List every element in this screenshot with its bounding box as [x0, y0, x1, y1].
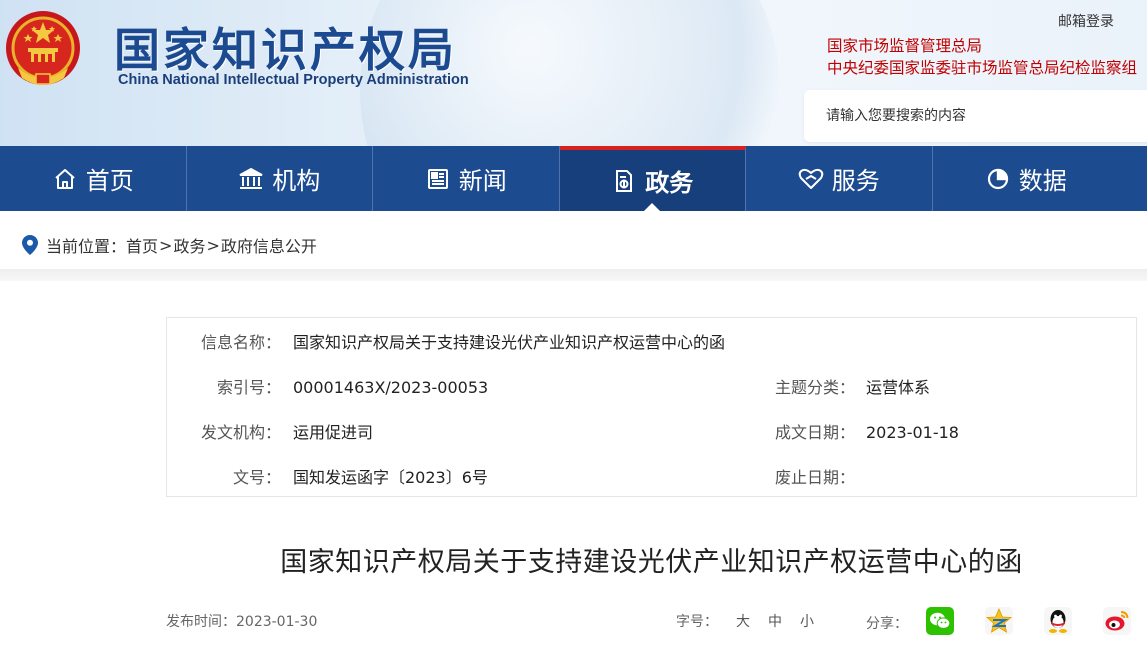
info-name-value: 国家知识产权局关于支持建设光伏产业知识产权运营中心的函: [293, 333, 726, 352]
info-row-name: 信息名称： 国家知识产权局关于支持建设光伏产业知识产权运营中心的函: [167, 320, 1136, 365]
site-title: 国家知识产权局: [114, 23, 457, 77]
info-index-value: 00001463X/2023-00053: [293, 378, 489, 397]
breadcrumb: 当前位置： 首页 > 政务 > 政府信息公开: [0, 221, 1147, 269]
top-links: 国家市场监督管理总局 中央纪委国家监委驻市场监管总局纪检监察组: [827, 35, 1147, 79]
search-box: [804, 90, 1147, 142]
breadcrumb-separator: >: [159, 235, 173, 255]
nav-label-service: 服务: [831, 167, 880, 195]
publish-label: 发布时间：: [166, 614, 236, 630]
publish-date: 2023-01-30: [236, 614, 318, 630]
document-info-table: 信息名称： 国家知识产权局关于支持建设光伏产业知识产权运营中心的函 索引号： 0…: [166, 317, 1137, 497]
institution-icon: [238, 166, 264, 192]
breadcrumb-separator: >: [206, 235, 220, 255]
info-row-docno: 文号： 国知发运函字〔2023〕6号 废止日期：: [167, 455, 1136, 500]
main-nav: 首页 机构 新闻 政务 服务 数据: [0, 146, 1147, 211]
info-topic-value: 运营体系: [866, 378, 931, 397]
data-chart-icon: [985, 166, 1011, 192]
font-size-label: 字号：: [676, 614, 718, 630]
government-affairs-icon: [611, 168, 637, 194]
national-emblem-icon[interactable]: [4, 8, 82, 90]
nav-item-news[interactable]: 新闻: [373, 146, 560, 211]
service-icon: [798, 166, 824, 192]
nav-item-government-affairs[interactable]: 政务: [559, 146, 746, 211]
weibo-share-icon[interactable]: [1103, 607, 1131, 635]
search-input[interactable]: [804, 90, 1147, 142]
info-row-index: 索引号： 00001463X/2023-00053 主题分类： 运营体系: [167, 365, 1136, 410]
nav-label-institution: 机构: [272, 167, 321, 195]
info-date-value: 2023-01-18: [866, 423, 959, 442]
section-divider: [0, 269, 1147, 281]
breadcrumb-prefix: 当前位置：: [46, 237, 127, 256]
info-issuer-label: 发文机构：: [200, 423, 281, 442]
info-index-label: 索引号：: [216, 378, 281, 397]
info-topic-label: 主题分类：: [774, 378, 855, 397]
nav-label-home: 首页: [85, 167, 134, 195]
nav-item-institution[interactable]: 机构: [187, 146, 373, 211]
site-header: 国家知识产权局 China National Intellectual Prop…: [0, 0, 1147, 146]
info-name-label: 信息名称：: [200, 333, 281, 352]
news-icon: [425, 166, 451, 192]
info-expire-label: 废止日期：: [774, 468, 855, 487]
breadcrumb-home[interactable]: 首页: [126, 233, 158, 257]
article-title: 国家知识产权局关于支持建设光伏产业知识产权运营中心的函: [280, 547, 1023, 578]
breadcrumb-gov-info-disclosure[interactable]: 政府信息公开: [221, 233, 317, 257]
home-icon: [52, 166, 78, 192]
mail-login-link[interactable]: 邮箱登录: [1058, 11, 1114, 31]
nav-item-home[interactable]: 首页: [0, 146, 187, 211]
font-size-small[interactable]: 小: [800, 614, 814, 630]
info-row-issuer: 发文机构： 运用促进司 成文日期： 2023-01-18: [167, 410, 1136, 455]
nav-item-data[interactable]: 数据: [933, 146, 1120, 211]
info-docno-label: 文号：: [232, 468, 281, 487]
qq-share-icon[interactable]: [1044, 607, 1072, 635]
info-docno-value: 国知发运函字〔2023〕6号: [293, 468, 488, 487]
nav-label-news: 新闻: [458, 167, 507, 195]
font-size-large[interactable]: 大: [736, 614, 750, 630]
info-issuer-value: 运用促进司: [293, 423, 374, 442]
discipline-inspection-link[interactable]: 中央纪委国家监委驻市场监管总局纪检监察组: [827, 57, 1147, 79]
nav-item-service[interactable]: 服务: [746, 146, 933, 211]
wechat-share-icon[interactable]: [926, 607, 954, 635]
info-date-label: 成文日期：: [774, 423, 855, 442]
article-meta-bar: 发布时间：2023-01-30 字号： 大 中 小 分享：: [166, 603, 1147, 639]
nav-label-data: 数据: [1018, 167, 1067, 195]
share-label: 分享：: [866, 616, 908, 632]
site-subtitle: China National Intellectual Property Adm…: [118, 72, 469, 88]
location-pin-icon: [22, 235, 38, 255]
font-size-switcher: 字号： 大 中 小: [676, 611, 814, 631]
publish-time: 发布时间：2023-01-30: [166, 611, 317, 631]
breadcrumb-government-affairs[interactable]: 政务: [173, 233, 205, 257]
nav-label-government-affairs: 政务: [645, 169, 694, 197]
samr-link[interactable]: 国家市场监督管理总局: [827, 35, 1147, 57]
font-size-medium[interactable]: 中: [768, 614, 782, 630]
qzone-share-icon[interactable]: [985, 607, 1013, 635]
